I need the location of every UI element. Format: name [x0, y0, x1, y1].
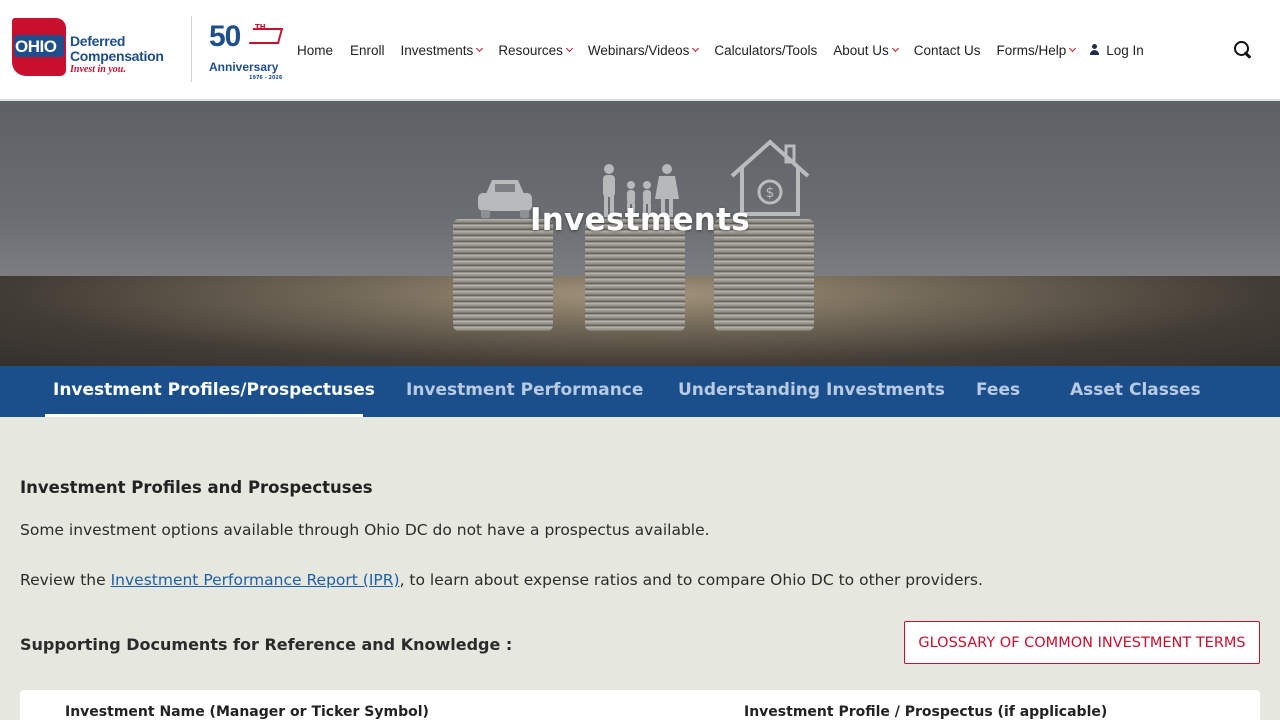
tab-investment-profiles[interactable]: Investment Profiles/Prospectuses	[53, 366, 375, 417]
chevron-down-icon	[1069, 44, 1077, 53]
search-icon[interactable]	[1234, 41, 1251, 58]
chevron-down-icon	[476, 44, 484, 53]
tab-fees[interactable]: Fees	[976, 366, 1020, 417]
section-tabs: Investment Profiles/Prospectuses Investm…	[0, 366, 1280, 417]
nav-calculators-tools[interactable]: Calculators/Tools	[714, 43, 817, 58]
ipr-paragraph: Review the Investment Performance Report…	[20, 571, 983, 589]
ohio-dc-logo[interactable]: OHIO Deferred Compensation Invest in you…	[12, 18, 177, 80]
nav-home[interactable]: Home	[297, 43, 333, 58]
active-tab-indicator	[45, 414, 363, 417]
nav-webinars-videos[interactable]: Webinars/Videos	[588, 43, 700, 58]
anniversary-suffix: TH	[255, 23, 266, 31]
anniversary-flag-icon	[248, 28, 284, 44]
nav-about-us[interactable]: About Us	[833, 43, 899, 58]
chevron-down-icon	[692, 44, 700, 53]
logo-divider	[191, 16, 192, 82]
logo-line1: Deferred	[70, 33, 126, 49]
page-title: Investments	[529, 202, 751, 238]
svg-text:$: $	[766, 185, 775, 201]
prospectus-note: Some investment options available throug…	[20, 521, 710, 539]
hero-banner: $ Investments	[0, 101, 1280, 366]
nav-login[interactable]: Log In	[1089, 43, 1144, 58]
logo-ohio-text: OHIO	[15, 37, 57, 56]
user-icon	[1089, 44, 1100, 56]
section-heading: Investment Profiles and Prospectuses	[20, 478, 373, 497]
chevron-down-icon	[891, 44, 899, 53]
nav-resources[interactable]: Resources	[498, 43, 573, 58]
site-header: OHIO Deferred Compensation Invest in you…	[0, 0, 1280, 100]
supporting-documents-heading: Supporting Documents for Reference and K…	[20, 635, 513, 654]
chevron-down-icon	[565, 44, 573, 53]
column-header-investment-name: Investment Name (Manager or Ticker Symbo…	[65, 704, 429, 720]
investments-table: Investment Name (Manager or Ticker Symbo…	[20, 690, 1260, 720]
logo-line2: Compensation	[70, 48, 164, 64]
tab-investment-performance[interactable]: Investment Performance	[406, 366, 643, 417]
nav-enroll[interactable]: Enroll	[350, 43, 385, 58]
ipr-link[interactable]: Investment Performance Report (IPR)	[111, 571, 400, 589]
anniversary-years: 1976 - 2026	[249, 75, 283, 81]
anniversary-number: 50	[209, 20, 241, 53]
main-nav: Home Enroll Investments Resources Webina…	[297, 40, 1144, 60]
anniversary-word: Anniversary	[209, 60, 279, 74]
logo-tagline: Invest in you.	[70, 64, 126, 75]
glossary-button[interactable]: GLOSSARY OF COMMON INVESTMENT TERMS	[904, 621, 1260, 664]
nav-contact-us[interactable]: Contact Us	[914, 43, 981, 58]
nav-investments[interactable]: Investments	[401, 43, 484, 58]
nav-forms-help[interactable]: Forms/Help	[997, 43, 1077, 58]
anniversary-logo: 50 TH Anniversary 1976 - 2026	[207, 20, 287, 82]
tab-asset-classes[interactable]: Asset Classes	[1070, 366, 1201, 417]
column-header-profile-prospectus: Investment Profile / Prospectus (if appl…	[744, 704, 1108, 720]
tab-understanding-investments[interactable]: Understanding Investments	[678, 366, 945, 417]
